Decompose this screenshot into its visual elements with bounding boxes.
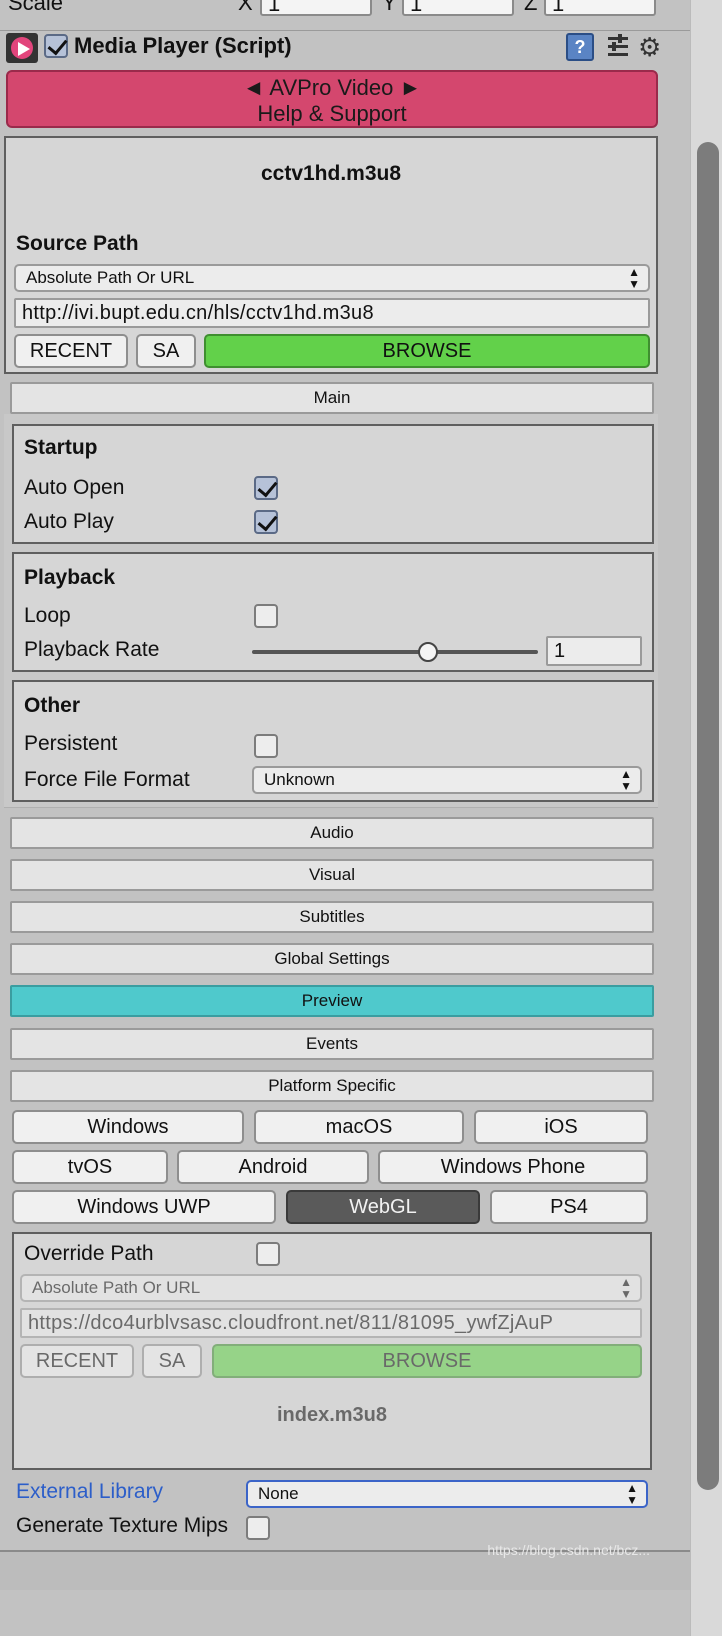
playback-rate-slider-knob[interactable] <box>418 642 439 662</box>
persistent-checkbox[interactable] <box>254 734 278 758</box>
platform-windows-uwp-button[interactable]: Windows UWP <box>12 1190 276 1224</box>
media-player-icon <box>6 33 38 63</box>
section-events[interactable]: Events <box>10 1028 654 1060</box>
section-audio[interactable]: Audio <box>10 817 654 849</box>
platform-windows-button[interactable]: Windows <box>12 1110 244 1144</box>
auto-play-label: Auto Play <box>24 510 114 533</box>
section-visual[interactable]: Visual <box>10 859 654 891</box>
startup-title: Startup <box>24 436 98 459</box>
component-header[interactable]: Media Player (Script) ? ⚙ <box>0 30 690 66</box>
generate-texture-mips-label: Generate Texture Mips <box>16 1514 229 1537</box>
scrollbar-thumb[interactable] <box>697 142 719 1490</box>
override-path-input[interactable]: https://dco4urblvsasc.cloudfront.net/811… <box>20 1308 642 1338</box>
override-browse-button[interactable]: BROWSE <box>212 1344 642 1378</box>
watermark-text: https://blog.csdn.net/bcz... <box>487 1542 650 1558</box>
auto-play-checkbox[interactable] <box>254 510 278 534</box>
source-path-label: Source Path <box>16 232 139 255</box>
playback-title: Playback <box>24 566 116 589</box>
browse-button[interactable]: BROWSE <box>204 334 650 368</box>
force-file-format-label: Force File Format <box>24 768 190 791</box>
source-path-type-dropdown[interactable]: Absolute Path Or URL ▲ ▼ <box>14 264 650 292</box>
platform-windows-phone-button[interactable]: Windows Phone <box>378 1150 648 1184</box>
scale-label: Scale <box>8 0 64 15</box>
platform-ps4-button[interactable]: PS4 <box>490 1190 648 1224</box>
override-path-checkbox[interactable] <box>256 1242 280 1266</box>
override-sa-button[interactable]: SA <box>142 1344 202 1378</box>
source-path-type-value: Absolute Path Or URL <box>26 268 195 287</box>
source-box: cctv1hd.m3u8 Source Path Absolute Path O… <box>4 136 658 374</box>
playback-rate-input[interactable]: 1 <box>546 636 642 666</box>
other-group: Other Persistent Force File Format Unkno… <box>12 680 654 802</box>
playback-rate-slider-track[interactable] <box>252 650 538 654</box>
help-icon[interactable]: ? <box>566 33 594 61</box>
dropdown-arrows-icon: ▲ ▼ <box>620 767 632 793</box>
source-file-name: cctv1hd.m3u8 <box>260 162 402 185</box>
platform-ios-button[interactable]: iOS <box>474 1110 648 1144</box>
scale-z-field[interactable]: 1 <box>544 0 656 16</box>
auto-open-checkbox[interactable] <box>254 476 278 500</box>
external-library-label: External Library <box>16 1480 164 1503</box>
auto-open-label: Auto Open <box>24 476 125 499</box>
section-platform-specific[interactable]: Platform Specific <box>10 1070 654 1102</box>
loop-checkbox[interactable] <box>254 604 278 628</box>
source-path-input[interactable]: http://ivi.bupt.edu.cn/hls/cctv1hd.m3u8 <box>14 298 650 328</box>
platform-webgl-button[interactable]: WebGL <box>286 1190 480 1224</box>
override-file-name: index.m3u8 <box>276 1404 388 1426</box>
dropdown-arrows-icon: ▲ ▼ <box>620 1275 632 1301</box>
external-library-dropdown[interactable]: None ▲ ▼ <box>246 1480 648 1508</box>
component-enabled-checkbox[interactable] <box>44 34 68 58</box>
persistent-label: Persistent <box>24 732 118 755</box>
force-file-format-value: Unknown <box>264 770 335 789</box>
sa-button[interactable]: SA <box>136 334 196 368</box>
playback-rate-label: Playback Rate <box>24 638 160 661</box>
loop-label: Loop <box>24 604 71 627</box>
recent-button[interactable]: RECENT <box>14 334 128 368</box>
section-global-settings[interactable]: Global Settings <box>10 943 654 975</box>
platform-tvos-button[interactable]: tvOS <box>12 1150 168 1184</box>
vertical-scrollbar[interactable] <box>690 0 722 1636</box>
presets-icon[interactable] <box>604 33 632 61</box>
external-library-value: None <box>258 1484 299 1503</box>
override-path-type-dropdown[interactable]: Absolute Path Or URL ▲ ▼ <box>20 1274 642 1302</box>
override-path-type-value: Absolute Path Or URL <box>32 1278 201 1297</box>
component-title: Media Player (Script) <box>74 33 292 58</box>
dropdown-arrows-icon: ▲ ▼ <box>628 265 640 291</box>
platform-android-button[interactable]: Android <box>177 1150 369 1184</box>
startup-group: Startup Auto Open Auto Play <box>12 424 654 544</box>
override-path-label: Override Path <box>24 1242 154 1265</box>
section-main[interactable]: Main <box>10 382 654 414</box>
platform-macos-button[interactable]: macOS <box>254 1110 464 1144</box>
scale-z-label: Z <box>524 0 538 15</box>
scale-x-field[interactable]: 1 <box>260 0 372 16</box>
dropdown-arrows-icon: ▲ ▼ <box>626 1481 638 1507</box>
section-preview[interactable]: Preview <box>10 985 654 1017</box>
banner-title: ◄ AVPro Video ► <box>242 75 422 100</box>
other-title: Other <box>24 694 81 717</box>
main-section-content: Startup Auto Open Auto Play Playback Loo… <box>4 414 658 808</box>
scale-y-label: Y <box>382 0 397 15</box>
scale-y-field[interactable]: 1 <box>402 0 514 16</box>
force-file-format-dropdown[interactable]: Unknown ▲ ▼ <box>252 766 642 794</box>
gear-icon[interactable]: ⚙ <box>638 33 666 61</box>
banner-subtitle: Help & Support <box>257 101 407 126</box>
inspector-panel: Scale X 1 Y 1 Z 1 Media Player (Script) … <box>0 0 690 1636</box>
override-recent-button[interactable]: RECENT <box>20 1344 134 1378</box>
avpro-help-banner[interactable]: ◄ AVPro Video ► Help & Support <box>6 70 658 128</box>
playback-group: Playback Loop Playback Rate 1 <box>12 552 654 672</box>
generate-texture-mips-checkbox[interactable] <box>246 1516 270 1540</box>
section-subtitles[interactable]: Subtitles <box>10 901 654 933</box>
platform-override-box: Override Path Absolute Path Or URL ▲ ▼ ht… <box>12 1232 652 1470</box>
scale-x-label: X <box>238 0 253 15</box>
